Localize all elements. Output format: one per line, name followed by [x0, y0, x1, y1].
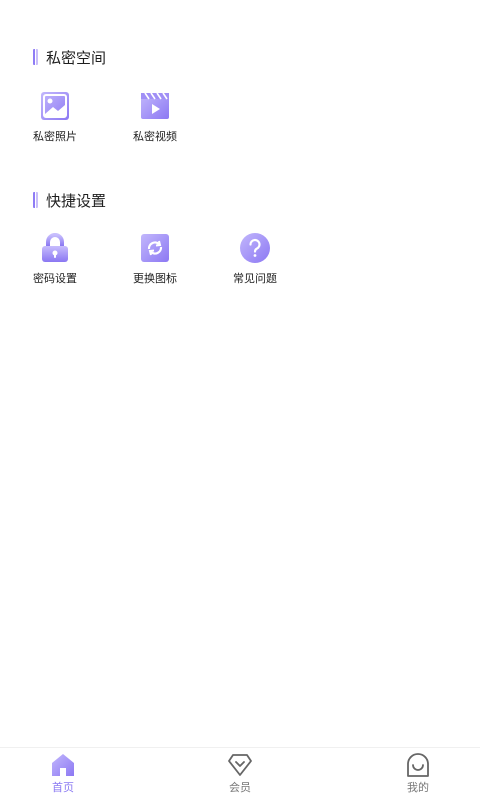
diamond-icon — [228, 754, 252, 776]
change-icon-button[interactable]: 更换图标 — [120, 232, 190, 286]
tab-label: 会员 — [229, 781, 251, 794]
profile-icon — [407, 753, 429, 777]
section-bar-decoration — [33, 192, 38, 208]
item-label: 私密照片 — [33, 130, 77, 143]
item-label: 常见问题 — [233, 272, 277, 285]
section-title-text: 私密空间 — [46, 48, 107, 67]
tab-label: 首页 — [52, 781, 74, 794]
swap-icon — [141, 234, 169, 262]
bottom-tab-bar: 首页 会员 我的 — [0, 747, 480, 800]
section-title: 私密空间 — [33, 48, 107, 67]
password-settings-button[interactable]: 密码设置 — [20, 232, 90, 286]
tab-membership[interactable]: 会员 — [210, 752, 270, 795]
item-label: 密码设置 — [33, 272, 77, 285]
home-icon — [52, 754, 74, 776]
photo-icon — [41, 92, 69, 120]
section-title: 快捷设置 — [33, 191, 107, 210]
section-bar-decoration — [33, 49, 38, 65]
video-icon — [141, 92, 169, 119]
item-label: 私密视频 — [133, 130, 177, 143]
private-videos-button[interactable]: 私密视频 — [120, 90, 190, 144]
item-label: 更换图标 — [133, 272, 177, 285]
faq-button[interactable]: 常见问题 — [220, 232, 290, 286]
question-icon — [240, 233, 270, 263]
tab-home[interactable]: 首页 — [33, 752, 93, 795]
private-photos-button[interactable]: 私密照片 — [20, 90, 90, 144]
tab-label: 我的 — [407, 781, 429, 794]
lock-icon — [42, 233, 68, 262]
tab-profile[interactable]: 我的 — [388, 752, 448, 795]
section-title-text: 快捷设置 — [46, 191, 107, 210]
